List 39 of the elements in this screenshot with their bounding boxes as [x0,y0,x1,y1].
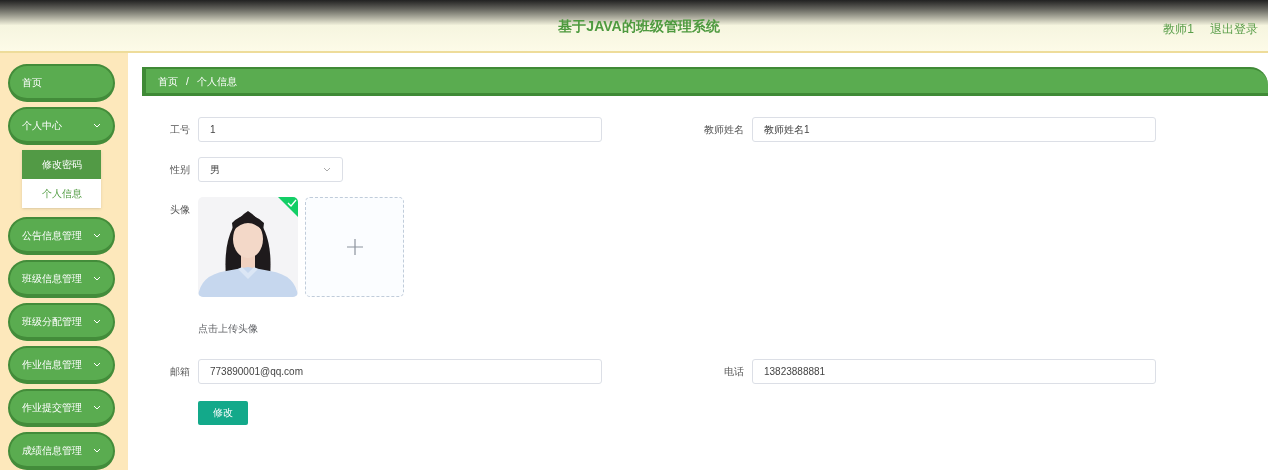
select-field[interactable]: 男 [198,157,343,182]
text-field[interactable]: 13823888881 [752,359,1156,384]
user-link[interactable]: 教师1 [1163,20,1194,38]
text-field[interactable]: 1 [198,117,602,142]
breadcrumb-link[interactable]: 首页 [158,73,178,89]
sidebar-item[interactable]: 成绩信息管理 [8,432,115,470]
sidebar-item[interactable]: 个人中心 [8,107,115,145]
sidebar-item[interactable]: 公告信息管理 [8,217,115,255]
sidebar-item[interactable]: 首页 [8,64,115,102]
text-field[interactable]: 773890001@qq.com [198,359,602,384]
breadcrumb-separator: / [186,74,189,89]
field-label: 性别 [169,163,191,177]
upload-button[interactable] [305,197,404,297]
submenu-item[interactable]: 修改密码 [22,150,101,179]
caret-down-icon [93,318,101,324]
text-field[interactable]: 教师姓名1 [752,117,1156,142]
caret-down-icon [93,447,101,453]
caret-down-icon [93,404,101,410]
field-label: 电话 [723,365,745,379]
sidebar-item[interactable]: 作业信息管理 [8,346,115,384]
sidebar-item[interactable]: 班级信息管理 [8,260,115,298]
field-label: 头像 [169,203,191,217]
upload-hint: 点击上传头像 [198,322,259,336]
breadcrumb-link[interactable]: 个人信息 [196,73,237,89]
plus-icon [346,239,363,255]
field-label: 邮箱 [169,365,191,379]
sidebar-item[interactable]: 作业提交管理 [8,389,115,427]
field-label: 工号 [169,123,191,137]
logout-link[interactable]: 退出登录 [1210,20,1258,38]
submenu-item[interactable]: 个人信息 [22,179,101,208]
app-title: 基于JAVA的班级管理系统 [558,17,720,36]
caret-down-icon [93,361,101,367]
sidebar-item[interactable]: 班级分配管理 [8,303,115,341]
check-badge-icon [278,197,298,217]
caret-down-icon [93,275,101,281]
submit-button[interactable]: 修改 [198,400,248,425]
caret-down-icon [93,232,101,238]
field-label: 教师姓名 [703,123,745,137]
caret-down-icon [323,167,331,172]
